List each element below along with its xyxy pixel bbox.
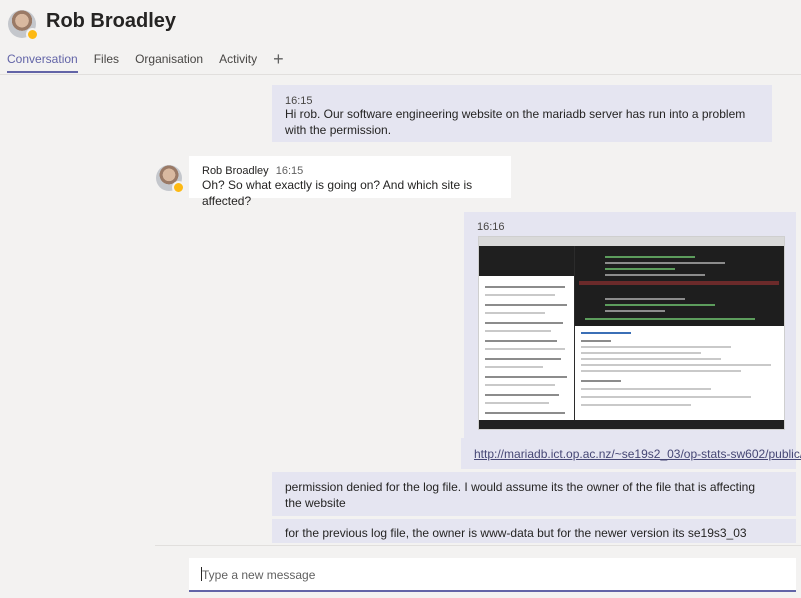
tab-conversation[interactable]: Conversation [7, 52, 78, 73]
message-time: 16:16 [477, 221, 505, 233]
add-tab-plus-icon[interactable]: + [273, 50, 284, 72]
message-bubble-sent: for the previous log file, the owner is … [272, 519, 796, 543]
tab-organisation[interactable]: Organisation [135, 52, 203, 72]
screenshot-taskbar [479, 420, 784, 429]
message-link[interactable]: http://mariadb.ict.op.ac.nz/~se19s2_03/o… [474, 446, 801, 462]
sender-name: Rob Broadley [202, 165, 269, 177]
message-text: Hi rob. Our software engineering website… [285, 107, 746, 137]
screenshot-error-line [579, 281, 779, 285]
compose-divider [155, 545, 801, 546]
message-text: permission denied for the log file. I wo… [285, 480, 756, 510]
message-text: for the previous log file, the owner is … [285, 526, 747, 540]
message-text: Oh? So what exactly is going on? And whi… [202, 178, 473, 208]
message-bubble-received: Rob Broadley 16:15 Oh? So what exactly i… [189, 156, 511, 208]
away-status-icon [172, 181, 185, 194]
screenshot-code-editor [575, 246, 784, 326]
message-time: 16:15 [275, 165, 304, 177]
message-bubble-sent: permission denied for the log file. I wo… [272, 472, 796, 516]
sender-avatar[interactable] [156, 165, 185, 194]
away-status-icon [26, 28, 39, 41]
page-title: Rob Broadley [46, 10, 177, 32]
compose-box[interactable]: Type a new message [189, 558, 796, 592]
message-input-placeholder: Type a new message [202, 568, 316, 582]
screenshot-info-panel [575, 326, 784, 420]
screenshot-attachment[interactable] [478, 236, 785, 430]
avatar[interactable] [8, 10, 39, 41]
chat-header: Rob Broadley Conversation Files Organisa… [0, 0, 801, 75]
message-bubble-sent: 16:15 Hi rob. Our software engineering w… [272, 85, 772, 142]
screenshot-browser-tabs [479, 237, 784, 246]
tab-files[interactable]: Files [94, 52, 119, 72]
screenshot-left-pane [479, 246, 574, 420]
tab-activity[interactable]: Activity [219, 52, 257, 72]
message-bubble-link: http://mariadb.ict.op.ac.nz/~se19s2_03/o… [461, 438, 801, 469]
tab-bar: Conversation Files Organisation Activity… [7, 50, 284, 73]
